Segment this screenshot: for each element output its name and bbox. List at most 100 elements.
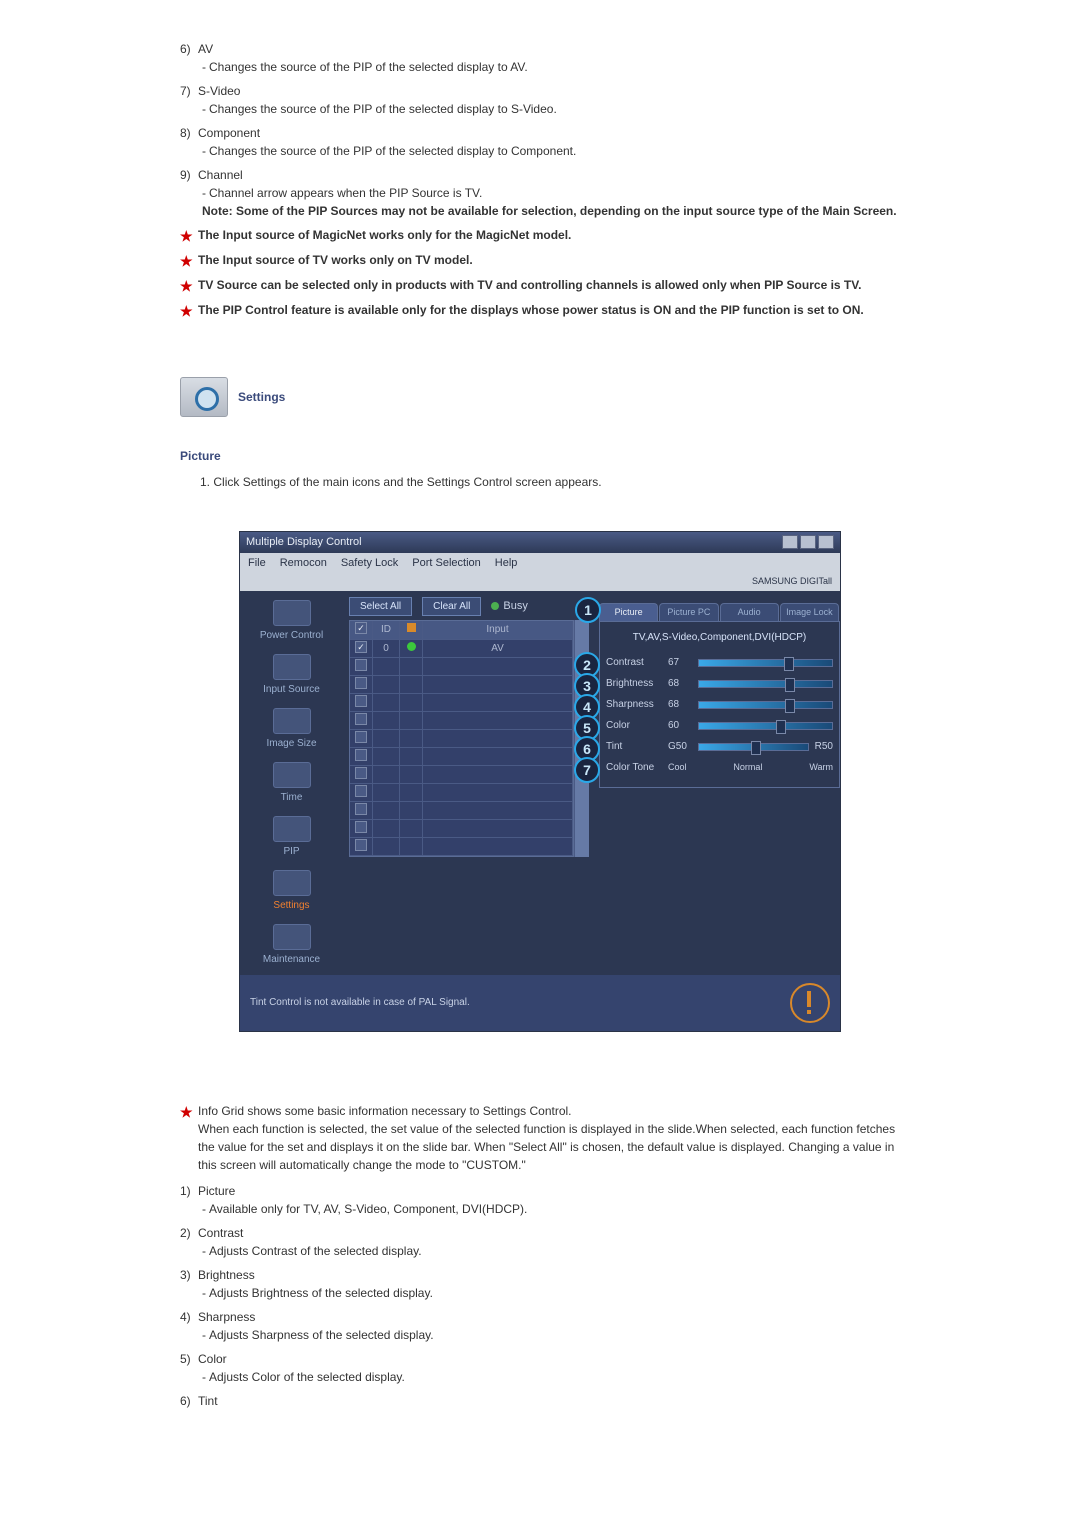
info-line1: Info Grid shows some basic information n… — [198, 1104, 572, 1118]
select-all-button[interactable]: Select All — [349, 597, 412, 616]
status-dot-icon — [407, 642, 416, 651]
row-checkbox[interactable] — [355, 749, 367, 761]
sidebar-item[interactable]: Time — [244, 759, 339, 807]
slider[interactable] — [698, 680, 833, 688]
row-checkbox[interactable] — [355, 677, 367, 689]
control-label: Sharpness — [606, 697, 668, 712]
status-header-icon — [407, 623, 416, 632]
status-text: Tint Control is not available in case of… — [250, 995, 470, 1010]
sidebar-item[interactable]: Settings — [244, 867, 339, 915]
menu-item[interactable]: File — [248, 557, 266, 569]
sidebar-icon — [273, 708, 311, 734]
row-checkbox[interactable] — [355, 641, 367, 653]
slider-thumb[interactable] — [785, 678, 795, 692]
info-grid: ID Input 0 AV — [349, 620, 574, 857]
list-item: 7)S-Video -Changes the source of the PIP… — [180, 82, 900, 118]
main-panel: Select All Clear All Busy ID Input — [343, 591, 595, 975]
star-icon: ★ — [180, 1102, 198, 1174]
row-checkbox[interactable] — [355, 821, 367, 833]
slider[interactable] — [698, 743, 809, 751]
slider-thumb[interactable] — [784, 657, 794, 671]
sidebar-item[interactable]: PIP — [244, 813, 339, 861]
list-item: 9)Channel -Channel arrow appears when th… — [180, 166, 900, 220]
row-checkbox[interactable] — [355, 839, 367, 851]
col-input: Input — [423, 621, 573, 640]
star-text: TV Source can be selected only in produc… — [198, 276, 900, 297]
slider-thumb[interactable] — [751, 741, 761, 755]
item-number: 7) — [180, 82, 198, 100]
row-checkbox[interactable] — [355, 767, 367, 779]
busy-label: Busy — [503, 598, 527, 615]
item-desc: -Adjusts Contrast of the selected displa… — [202, 1242, 900, 1260]
table-row[interactable]: 0 AV — [350, 640, 573, 658]
sidebar-item[interactable]: Input Source — [244, 651, 339, 699]
sidebar: Power Control Input Source Image Size Time P… — [240, 591, 343, 975]
channel-note: Note: Some of the PIP Sources may not be… — [202, 202, 900, 220]
window-titlebar: Multiple Display Control — [240, 532, 840, 553]
slider[interactable] — [698, 659, 833, 667]
list-item: 3)Brightness-Adjusts Brightness of the s… — [180, 1266, 900, 1302]
settings-icon — [180, 377, 228, 417]
item-desc: -Adjusts Color of the selected display. — [202, 1368, 900, 1386]
col-status — [400, 621, 423, 640]
tone-option: Cool — [668, 761, 687, 775]
star-text: The Input source of TV works only on TV … — [198, 251, 900, 272]
settings-header: Settings — [180, 377, 900, 417]
grid-header: ID Input — [350, 621, 573, 640]
item-desc: -Changes the source of the PIP of the se… — [202, 100, 900, 118]
row-checkbox[interactable] — [355, 803, 367, 815]
row-input: AV — [423, 640, 573, 658]
row-checkbox[interactable] — [355, 731, 367, 743]
table-row — [350, 658, 573, 676]
info-grid-note: Info Grid shows some basic information n… — [198, 1102, 900, 1174]
slider[interactable] — [698, 701, 833, 709]
row-checkbox[interactable] — [355, 713, 367, 725]
tab[interactable]: Audio — [720, 603, 779, 622]
menu-item[interactable]: Help — [495, 557, 518, 569]
color-tone-slider[interactable]: CoolNormalWarm — [668, 761, 833, 775]
tab[interactable]: Picture — [599, 603, 658, 622]
table-row — [350, 694, 573, 712]
picture-section-label: Picture — [180, 447, 900, 465]
star-note: ★The PIP Control feature is available on… — [180, 301, 900, 322]
callout-7: 7 — [574, 757, 600, 783]
item-label: S-Video — [198, 84, 240, 98]
sidebar-icon — [273, 870, 311, 896]
page: 6)AV -Changes the source of the PIP of t… — [180, 40, 900, 1410]
col-id: ID — [373, 621, 400, 640]
checkbox-icon[interactable] — [355, 622, 367, 634]
settings-title: Settings — [238, 388, 285, 406]
menu-item[interactable]: Safety Lock — [341, 557, 398, 569]
sidebar-icon — [273, 654, 311, 680]
toolbar: Select All Clear All Busy — [349, 597, 589, 616]
control-label: Contrast — [606, 655, 668, 670]
slider-thumb[interactable] — [776, 720, 786, 734]
brand-label: SAMSUNG DIGITall — [240, 573, 840, 591]
sidebar-item[interactable]: Power Control — [244, 597, 339, 645]
row-checkbox[interactable] — [355, 659, 367, 671]
item-label: Tint — [198, 1394, 218, 1408]
control-value: G50 — [668, 739, 698, 754]
info-para: When each function is selected, the set … — [198, 1122, 895, 1172]
control-value: 68 — [668, 676, 698, 691]
slider-thumb[interactable] — [785, 699, 795, 713]
menu-item[interactable]: Remocon — [280, 557, 327, 569]
item-number: 4) — [180, 1308, 198, 1326]
clear-all-button[interactable]: Clear All — [422, 597, 481, 616]
menu-item[interactable]: Port Selection — [412, 557, 480, 569]
busy-indicator: Busy — [491, 598, 527, 615]
item-label: Brightness — [198, 1268, 255, 1282]
row-checkbox[interactable] — [355, 785, 367, 797]
screenshot-wrap: Multiple Display Control File Remocon Safe… — [180, 531, 900, 1092]
list-item: 8)Component -Changes the source of the P… — [180, 124, 900, 160]
item-label: Contrast — [198, 1226, 243, 1240]
sidebar-item[interactable]: Image Size — [244, 705, 339, 753]
row-checkbox[interactable] — [355, 695, 367, 707]
slider[interactable] — [698, 722, 833, 730]
sidebar-item[interactable]: Maintenance — [244, 921, 339, 969]
window-controls[interactable] — [782, 535, 834, 549]
menu-bar[interactable]: File Remocon Safety Lock Port Selection Help — [240, 553, 840, 574]
tab[interactable]: Image Lock — [780, 603, 839, 622]
slider-row: 5Color 60 — [606, 718, 833, 733]
tab[interactable]: Picture PC — [659, 603, 718, 622]
